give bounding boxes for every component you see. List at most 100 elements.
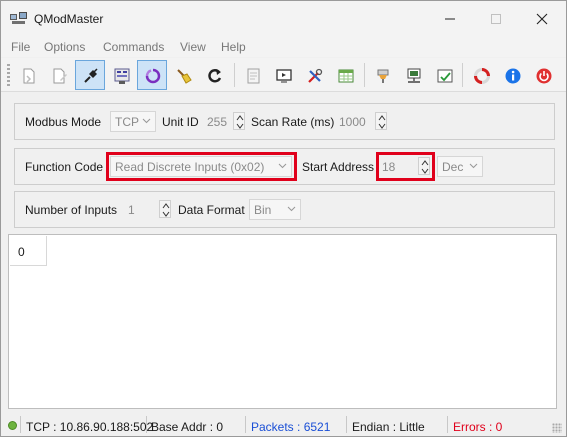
start-address-highlight xyxy=(376,152,435,181)
read-write-button[interactable] xyxy=(106,60,136,90)
spin-down-icon xyxy=(236,123,244,129)
about-info-icon xyxy=(505,68,521,84)
log-file-icon xyxy=(247,68,260,84)
number-of-inputs-label: Number of Inputs xyxy=(25,203,118,217)
save-session-button[interactable] xyxy=(44,60,74,90)
help-button[interactable] xyxy=(466,60,496,90)
exit-button[interactable] xyxy=(528,60,558,90)
title-bar[interactable]: QModMaster xyxy=(1,1,566,37)
number-of-inputs-value: 1 xyxy=(128,203,135,217)
minimize-button[interactable] xyxy=(427,1,473,37)
connection-settings-group: Modbus Mode TCP Unit ID 255 Scan Rate (m… xyxy=(14,103,555,140)
load-session-button[interactable] xyxy=(13,60,43,90)
modbus-rtu-button[interactable] xyxy=(367,60,397,90)
spin-buttons[interactable] xyxy=(159,200,171,218)
chevron-down-icon xyxy=(469,163,478,169)
settings-check-button[interactable] xyxy=(429,60,459,90)
data-format-value: Bin xyxy=(254,203,272,217)
exit-power-icon xyxy=(536,68,552,84)
menu-bar: File Options Commands View Help xyxy=(1,37,566,57)
maximize-button[interactable] xyxy=(473,1,519,37)
status-separator xyxy=(245,416,246,433)
scan-button[interactable] xyxy=(137,60,167,90)
spin-up-icon xyxy=(236,115,244,121)
menu-options[interactable]: Options xyxy=(44,40,85,54)
maximize-icon xyxy=(491,14,501,24)
settings-check-icon xyxy=(437,69,453,83)
menu-help[interactable]: Help xyxy=(221,40,246,54)
number-of-inputs-spinbox[interactable]: 1 xyxy=(124,199,171,220)
spin-buttons[interactable] xyxy=(375,112,387,130)
modbus-mode-label: Modbus Mode xyxy=(25,115,102,129)
settings-table-icon xyxy=(338,69,354,83)
reset-counters-icon xyxy=(208,69,222,83)
menu-file[interactable]: File xyxy=(11,40,30,54)
status-bar: TCP : 10.86.90.188:502 Base Addr : 0 Pac… xyxy=(1,413,566,436)
modbus-mode-value: TCP xyxy=(115,115,139,129)
register-table[interactable]: 0 xyxy=(8,234,557,409)
app-window: QModMaster File Options Commands View He… xyxy=(0,0,567,437)
start-address-label: Start Address xyxy=(302,160,375,174)
connect-button[interactable] xyxy=(75,60,105,90)
minimize-icon xyxy=(445,18,455,20)
help-lifebuoy-icon xyxy=(474,68,490,84)
log-file-button[interactable] xyxy=(237,60,267,90)
close-button[interactable] xyxy=(519,1,565,37)
tools-icon xyxy=(308,68,323,83)
toolbar-separator xyxy=(234,63,235,87)
settings-table-button[interactable] xyxy=(330,60,360,90)
tools-button[interactable] xyxy=(299,60,329,90)
about-button[interactable] xyxy=(497,60,527,90)
menu-commands[interactable]: Commands xyxy=(103,40,164,54)
unit-id-spinbox[interactable]: 255 xyxy=(203,111,245,132)
inputs-settings-group: Number of Inputs 1 Data Format Bin xyxy=(14,191,555,228)
function-code-label: Function Code xyxy=(25,160,104,174)
address-format-select[interactable]: Dec xyxy=(437,156,483,177)
status-packets: Packets : 6521 xyxy=(251,420,331,434)
bus-monitor-button[interactable] xyxy=(268,60,298,90)
modbus-rtu-icon xyxy=(377,69,389,83)
table-cell-value: 0 xyxy=(18,245,25,259)
status-endian: Endian : Little xyxy=(352,420,425,434)
bus-monitor-icon xyxy=(276,69,292,83)
unit-id-label: Unit ID xyxy=(162,115,199,129)
toolbar xyxy=(1,58,566,92)
function-settings-group: Function Code Read Discrete Inputs (0x02… xyxy=(14,148,555,185)
close-icon xyxy=(536,13,548,25)
save-session-icon xyxy=(53,68,67,84)
reset-counters-button[interactable] xyxy=(199,60,229,90)
address-format-value: Dec xyxy=(442,160,464,174)
status-errors: Errors : 0 xyxy=(453,420,503,434)
clear-broom-icon xyxy=(177,69,192,84)
status-base-addr: Base Addr : 0 xyxy=(151,420,224,434)
modbus-tcp-button[interactable] xyxy=(398,60,428,90)
modbus-mode-select[interactable]: TCP xyxy=(110,111,156,132)
data-format-select[interactable]: Bin xyxy=(249,199,301,220)
status-separator xyxy=(20,416,21,433)
clear-button[interactable] xyxy=(168,60,198,90)
modbus-tcp-icon xyxy=(407,68,421,83)
connect-icon xyxy=(84,68,98,83)
data-format-label: Data Format xyxy=(178,203,245,217)
toolbar-separator xyxy=(364,63,365,87)
scan-rate-spinbox[interactable]: 1000 xyxy=(335,111,387,132)
spin-up-icon xyxy=(162,203,170,209)
table-cell[interactable]: 0 xyxy=(10,236,47,266)
spin-down-icon xyxy=(162,211,170,217)
scan-icon xyxy=(145,68,161,84)
chevron-down-icon xyxy=(287,206,296,212)
computer-network-icon xyxy=(10,12,27,25)
status-separator xyxy=(447,416,448,433)
status-separator xyxy=(346,416,347,433)
toolbar-grip[interactable] xyxy=(7,64,10,86)
scan-rate-label: Scan Rate (ms) xyxy=(251,115,335,129)
spin-buttons[interactable] xyxy=(233,112,245,130)
menu-view[interactable]: View xyxy=(180,40,206,54)
load-session-icon xyxy=(23,68,35,84)
spin-up-icon xyxy=(378,115,386,121)
status-connection: TCP : 10.86.90.188:502 xyxy=(26,420,154,434)
chevron-down-icon xyxy=(142,118,151,124)
read-write-icon xyxy=(114,68,130,84)
scan-rate-value: 1000 xyxy=(339,115,366,129)
resize-grip-icon[interactable] xyxy=(552,423,562,433)
